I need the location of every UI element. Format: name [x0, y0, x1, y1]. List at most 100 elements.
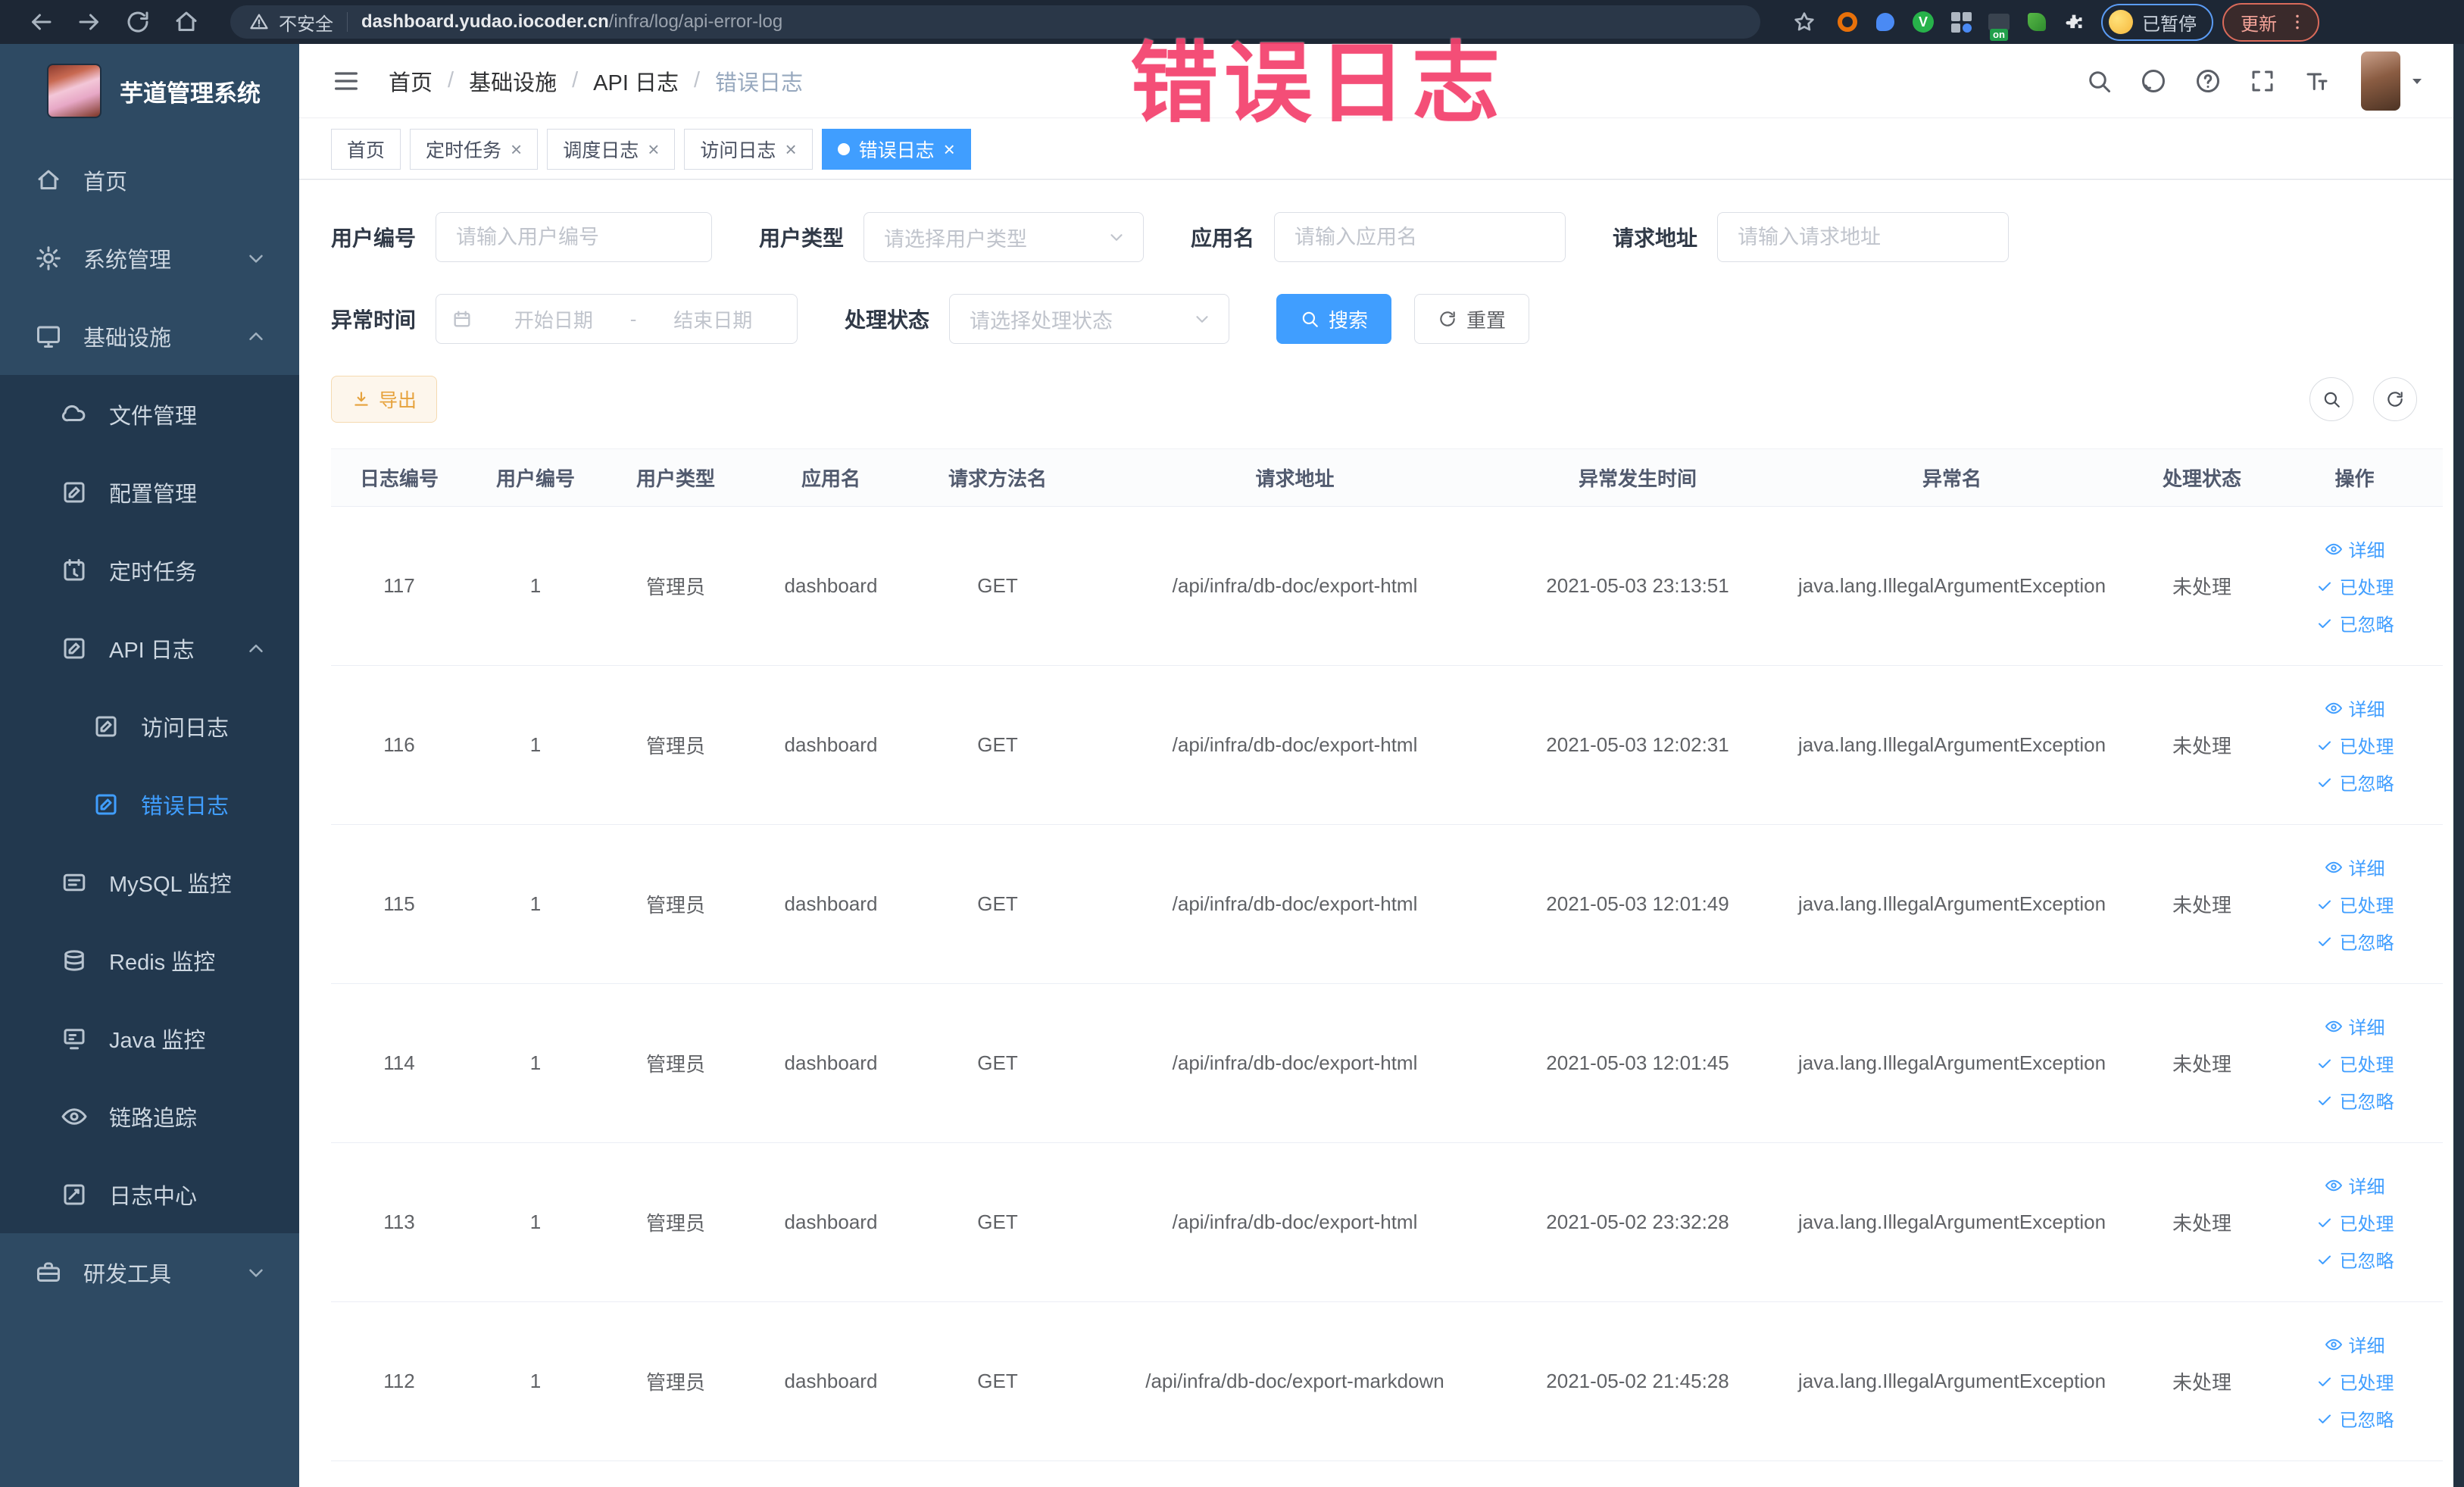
sidebar-item[interactable]: API 日志 [0, 609, 299, 687]
sidebar-item[interactable]: 基础设施 [0, 297, 299, 375]
processed-link[interactable]: 已处理 [2316, 891, 2394, 917]
ignored-link[interactable]: 已忽略 [2316, 1405, 2394, 1432]
search-icon [2322, 389, 2341, 409]
extensions-puzzle-icon[interactable] [2063, 11, 2085, 33]
sidebar-item[interactable]: 定时任务 [0, 531, 299, 609]
toggle-search-button[interactable] [2309, 377, 2353, 421]
tag-item[interactable]: 定时任务 × [410, 128, 539, 170]
sidebar-item[interactable]: 研发工具 [0, 1233, 299, 1311]
extension-grid-icon[interactable] [1950, 11, 1972, 33]
ignored-link[interactable]: 已忽略 [2316, 610, 2394, 636]
extension-on-icon[interactable]: on [1988, 11, 2010, 41]
back-icon[interactable] [27, 8, 55, 36]
sidebar-item[interactable]: 首页 [0, 141, 299, 219]
extension-orange-icon[interactable] [1836, 11, 1859, 33]
date-range-picker[interactable]: 开始日期 - 结束日期 [436, 294, 798, 344]
search-button[interactable]: 搜索 [1276, 294, 1392, 344]
end-date-placeholder[interactable]: 结束日期 [644, 305, 782, 333]
user-id-input[interactable] [436, 212, 713, 262]
cell-actions: 详细 已处理 已忽略 [2266, 695, 2443, 795]
caret-down-icon[interactable] [2408, 72, 2426, 90]
sidebar-item[interactable]: 配置管理 [0, 453, 299, 531]
detail-link[interactable]: 详细 [2325, 695, 2385, 721]
ignored-link[interactable]: 已忽略 [2316, 928, 2394, 954]
close-icon[interactable]: × [648, 139, 659, 159]
tag-active[interactable]: 错误日志 × [821, 128, 971, 170]
tag-item[interactable]: 首页 [331, 128, 401, 170]
processed-link[interactable]: 已处理 [2316, 1209, 2394, 1236]
app-name-input[interactable] [1274, 212, 1566, 262]
refresh-table-button[interactable] [2373, 377, 2417, 421]
sidebar-item[interactable]: 访问日志 [0, 687, 299, 765]
hamburger-icon[interactable] [331, 66, 361, 96]
browser-update-button[interactable]: 更新 [2222, 2, 2319, 42]
fullscreen-icon[interactable] [2249, 67, 2276, 95]
request-url-input[interactable] [1717, 212, 2010, 262]
processed-link[interactable]: 已处理 [2316, 732, 2394, 758]
close-icon[interactable]: × [511, 139, 522, 159]
cell-exception: java.lang.IllegalArgumentException [1797, 1211, 2106, 1233]
detail-link[interactable]: 详细 [2325, 1013, 2385, 1039]
processed-link[interactable]: 已处理 [2316, 1050, 2394, 1076]
sidebar-item[interactable]: Redis 监控 [0, 921, 299, 999]
breadcrumb-item[interactable]: 基础设施 [469, 65, 557, 97]
sidebar-item[interactable]: 链路追踪 [0, 1077, 299, 1155]
search-icon[interactable] [2085, 67, 2113, 95]
reload-icon[interactable] [124, 8, 151, 36]
detail-link[interactable]: 详细 [2325, 536, 2385, 562]
column-header: 请求地址 [1255, 467, 1335, 490]
tag-item[interactable]: 访问日志 × [684, 128, 813, 170]
sidebar-item-label: 定时任务 [109, 560, 198, 585]
ignored-link[interactable]: 已忽略 [2316, 1087, 2394, 1114]
ignored-link[interactable]: 已忽略 [2316, 1246, 2394, 1273]
close-icon[interactable]: × [944, 139, 955, 159]
text-size-icon[interactable] [2303, 67, 2331, 95]
extension-leaf-icon[interactable] [2025, 11, 2048, 33]
close-icon[interactable]: × [785, 139, 796, 159]
export-button[interactable]: 导出 [331, 376, 438, 423]
java-icon [61, 1025, 88, 1052]
sidebar-item[interactable]: MySQL 监控 [0, 843, 299, 921]
sidebar-item[interactable]: 错误日志 [0, 765, 299, 843]
app-logo[interactable]: 芋道管理系统 [0, 44, 299, 141]
cell-time: 2021-05-03 12:02:31 [1546, 733, 1729, 756]
github-icon[interactable] [2140, 67, 2167, 95]
detail-link[interactable]: 详细 [2325, 1172, 2385, 1198]
detail-link[interactable]: 详细 [2325, 854, 2385, 880]
tag-label: 定时任务 [426, 139, 502, 161]
cloud-icon [61, 401, 88, 428]
browser-menu-icon[interactable] [2288, 12, 2307, 32]
extension-green-v-icon[interactable]: V [1912, 11, 1935, 33]
detail-link[interactable]: 详细 [2325, 1331, 2385, 1357]
scrollbar-track[interactable] [2453, 44, 2464, 1487]
sidebar-item-label: Java 监控 [109, 1028, 206, 1053]
ignored-link[interactable]: 已忽略 [2316, 769, 2394, 795]
column-header: 异常发生时间 [1578, 467, 1697, 490]
sidebar-item[interactable]: 系统管理 [0, 219, 299, 297]
start-date-placeholder[interactable]: 开始日期 [485, 305, 623, 333]
processed-link[interactable]: 已处理 [2316, 1368, 2394, 1395]
sidebar-item[interactable]: Java 监控 [0, 999, 299, 1077]
extension-blue-icon[interactable] [1874, 11, 1897, 33]
reset-button[interactable]: 重置 [1414, 294, 1530, 344]
breadcrumb-item[interactable]: 首页 [389, 65, 433, 97]
processed-link[interactable]: 已处理 [2316, 573, 2394, 599]
error-log-table: 日志编号 用户编号 用户类型 应用名 请求方法名 请求地址 异常发生时间 异常名 处理状态 操作 … [331, 448, 2443, 1461]
help-icon[interactable] [2194, 67, 2222, 95]
sidebar-item[interactable]: 文件管理 [0, 375, 299, 453]
breadcrumb-item[interactable]: API 日志 [593, 65, 679, 97]
tag-item[interactable]: 调度日志 × [547, 128, 676, 170]
profile-paused-pill[interactable]: 已暂停 [2101, 3, 2213, 41]
process-status-select[interactable]: 请选择处理状态 [949, 294, 1230, 344]
address-bar[interactable]: 不安全 dashboard.yudao.iocoder.cn /infra/lo… [230, 5, 1760, 39]
user-avatar[interactable] [2361, 51, 2400, 111]
column-header: 日志编号 [359, 467, 439, 490]
forward-icon[interactable] [76, 8, 103, 36]
security-label[interactable]: 不安全 [279, 9, 333, 36]
bookmark-star-icon[interactable] [1792, 10, 1816, 34]
sidebar-item[interactable]: 日志中心 [0, 1155, 299, 1233]
user-type-select[interactable]: 请选择用户类型 [863, 212, 1145, 262]
table-body: 117 1 管理员 dashboard GET/api/infra/db-doc/exp… [331, 507, 2443, 1461]
cell-status: 未处理 [2172, 576, 2231, 598]
browser-home-icon[interactable] [173, 8, 200, 36]
